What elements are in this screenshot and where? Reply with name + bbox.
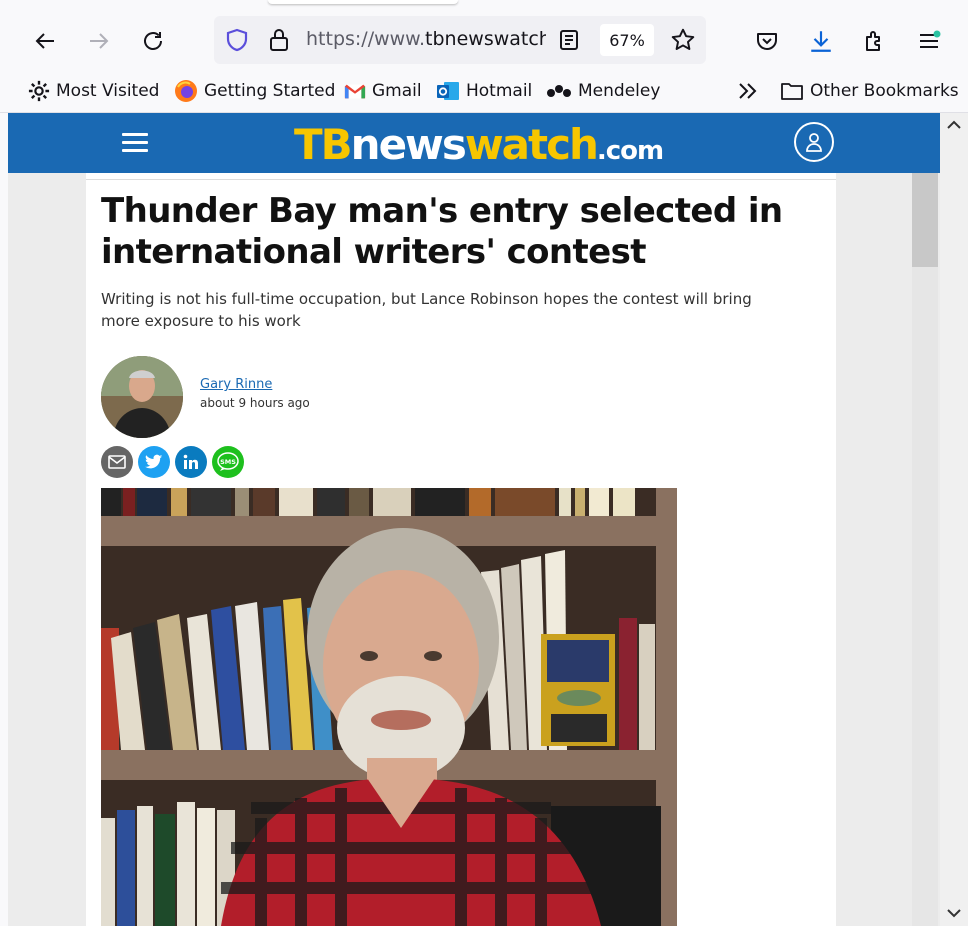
bookmarks-overflow-button[interactable] — [736, 78, 766, 104]
bookmark-label: Gmail — [372, 81, 422, 101]
site-logo[interactable]: TBnewswatch.com — [294, 119, 664, 177]
downloads-button[interactable] — [804, 24, 838, 58]
article-card: Thunder Bay man's entry selected in inte… — [86, 173, 836, 926]
share-sms-button[interactable]: SMS — [212, 446, 244, 478]
bookmark-label: Hotmail — [466, 81, 533, 101]
site-menu-button[interactable] — [122, 133, 148, 153]
bookmark-label: Mendeley — [578, 81, 661, 101]
outlook-icon — [437, 82, 459, 100]
other-bookmarks-folder[interactable]: Other Bookmarks — [780, 78, 959, 104]
bookmarks-toolbar: Most Visited Getting Started Gmail Hotma… — [0, 70, 968, 113]
logo-watch: watch — [464, 120, 599, 169]
puzzle-icon — [866, 31, 880, 51]
mendeley-icon — [547, 85, 571, 97]
bookmark-label: Getting Started — [204, 81, 336, 101]
url-domain: tbnewswatch — [425, 28, 546, 50]
scroll-up-arrow-icon[interactable] — [946, 119, 962, 131]
logo-tb: TB — [294, 120, 353, 169]
reload-button[interactable] — [136, 24, 170, 58]
back-button[interactable] — [28, 24, 62, 58]
svg-text:SMS: SMS — [220, 458, 236, 466]
reload-icon — [144, 32, 162, 50]
gear-icon — [28, 80, 50, 102]
bookmark-star-icon[interactable] — [670, 27, 696, 53]
linkedin-icon — [183, 454, 198, 469]
hamburger-line — [122, 133, 148, 136]
url-text[interactable]: https://www.tbnewswatch. — [306, 28, 546, 50]
back-arrow-icon — [35, 33, 54, 49]
browser-toolbar: https://www.tbnewswatch. 67% — [0, 0, 968, 70]
page-viewport: TBnewswatch.com Thunder Bay man's entry … — [8, 113, 940, 926]
bookmark-gmail[interactable]: Gmail — [344, 78, 422, 104]
share-twitter-button[interactable] — [138, 446, 170, 478]
url-bar[interactable]: https://www.tbnewswatch. 67% — [214, 16, 706, 64]
bookmark-most-visited[interactable]: Most Visited — [28, 78, 159, 104]
zoom-indicator[interactable]: 67% — [600, 24, 654, 56]
sms-bubble-icon: SMS — [217, 452, 239, 471]
url-prefix: https://www. — [306, 28, 426, 50]
article-subtitle: Writing is not his full-time occupation,… — [101, 290, 752, 330]
menu-icon — [920, 30, 941, 48]
page-scrollbar[interactable] — [940, 113, 968, 926]
logo-com: .com — [596, 136, 664, 166]
author-photo — [101, 356, 183, 438]
user-icon — [806, 133, 822, 152]
pocket-icon — [757, 33, 777, 50]
active-tab-edge[interactable] — [268, 0, 458, 4]
divider — [86, 179, 836, 180]
article-photo[interactable] — [101, 488, 677, 926]
twitter-icon — [145, 454, 163, 469]
article-title: Thunder Bay man's entry selected in inte… — [101, 191, 783, 272]
forward-arrow-icon — [90, 33, 109, 49]
publish-time: about 9 hours ago — [200, 396, 310, 410]
other-bookmarks-label: Other Bookmarks — [810, 81, 959, 101]
download-icon — [811, 31, 831, 52]
folder-icon — [781, 83, 803, 100]
share-email-button[interactable] — [101, 446, 133, 478]
scroll-down-arrow-icon[interactable] — [946, 907, 962, 919]
bookmark-hotmail[interactable]: Hotmail — [436, 78, 532, 104]
hamburger-line — [122, 149, 148, 152]
bookmark-mendeley[interactable]: Mendeley — [546, 78, 660, 104]
share-linkedin-button[interactable] — [175, 446, 207, 478]
site-header: TBnewswatch.com — [8, 113, 940, 173]
shield-icon[interactable] — [226, 28, 248, 52]
envelope-icon — [108, 455, 126, 469]
author-avatar[interactable] — [101, 356, 183, 438]
extensions-button[interactable] — [858, 24, 892, 58]
article-scrollbar-thumb[interactable] — [912, 173, 938, 267]
app-menu-button[interactable] — [912, 24, 946, 58]
hamburger-line — [122, 141, 148, 144]
gmail-icon — [344, 84, 366, 99]
author-link[interactable]: Gary Rinne — [200, 377, 272, 392]
double-chevron-right-icon — [739, 83, 757, 99]
photo-man-bookshelf — [101, 488, 677, 926]
bookmark-getting-started[interactable]: Getting Started — [174, 78, 335, 104]
forward-button[interactable] — [82, 24, 116, 58]
account-button[interactable] — [794, 122, 834, 162]
firefox-icon — [175, 80, 197, 102]
lock-icon[interactable] — [268, 28, 290, 52]
pocket-button[interactable] — [750, 24, 784, 58]
logo-news: news — [350, 120, 467, 169]
reader-view-icon[interactable] — [558, 28, 580, 52]
article-scrollbar[interactable] — [912, 173, 938, 926]
bookmark-label: Most Visited — [56, 81, 160, 101]
